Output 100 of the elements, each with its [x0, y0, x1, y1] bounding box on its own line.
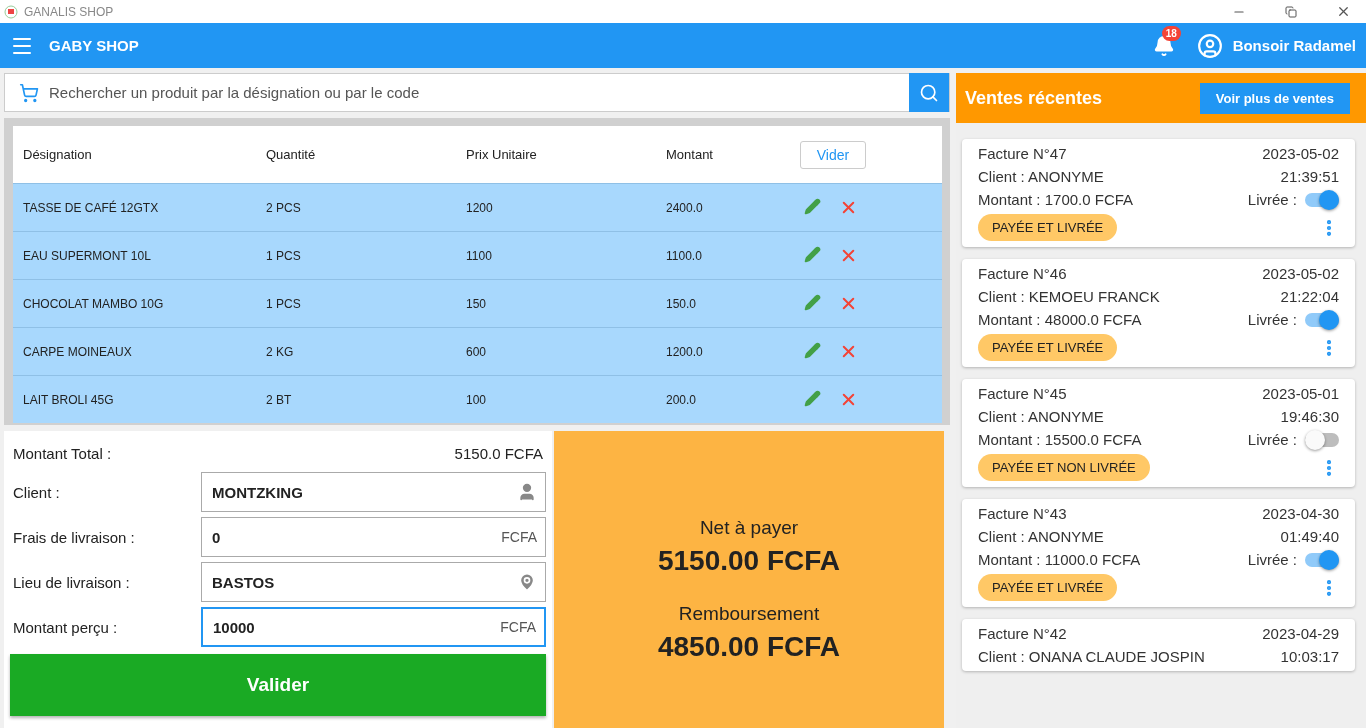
sale-amount: Montant : 48000.0 FCFA	[978, 311, 1142, 328]
table-cell-text: 150.0	[666, 296, 698, 311]
table-cell-text: 200.0	[666, 392, 698, 407]
total-value: 5150.0 FCFA	[454, 444, 543, 462]
client-name: Client : ANONYME	[978, 408, 1104, 425]
client-name: Client : ONANA CLAUDE JOSPIN	[978, 648, 1205, 665]
table-cell-text: 2400.0	[666, 200, 704, 215]
status-tag: PAYÉE ET NON LIVRÉE	[978, 454, 1150, 481]
table-cell-text: 2 KG	[266, 344, 295, 359]
field-label: Client :	[12, 483, 61, 501]
restore-icon[interactable]	[1285, 5, 1297, 18]
field-label: Frais de livraison :	[12, 528, 136, 546]
sale-card[interactable]: Facture N°42 2023-04-29 Client : ONANA CLAUDE JOSPIN 10:03:17	[962, 619, 1355, 671]
sale-time: 01:49:40	[1280, 528, 1339, 545]
table-cell-text: CARPE MOINEAUX	[23, 344, 133, 359]
sale-time: 21:22:04	[1280, 288, 1339, 305]
column-header: Quantité	[266, 147, 317, 162]
table-cell-text: TASSE DE CAFÉ 12GTX	[23, 200, 160, 215]
delivered-label: Livrée :	[1247, 551, 1297, 568]
input-field[interactable]: MONTZKING	[210, 482, 517, 502]
sale-time: 21:39:51	[1280, 168, 1339, 185]
table-cell-text: 1100	[466, 248, 493, 263]
column-header: Désignation	[23, 147, 93, 162]
sales-title: Ventes récentes	[965, 87, 1103, 109]
refund-value: 4850.00 FCFA	[657, 630, 841, 663]
status-tag: PAYÉE ET LIVRÉE	[978, 334, 1118, 361]
status-tag: PAYÉE ET LIVRÉE	[978, 214, 1118, 241]
table-cell-text: CHOCOLAT MAMBO 10G	[23, 296, 165, 311]
refund-label: Remboursement	[678, 602, 820, 625]
edit-icon[interactable]	[804, 294, 821, 311]
table-cell-text: 1200	[466, 200, 494, 215]
invoice-number: Facture N°46	[978, 265, 1067, 282]
table-cell-text: 2 PCS	[266, 200, 302, 215]
delivered-toggle[interactable]	[1305, 432, 1339, 447]
edit-icon[interactable]	[804, 246, 821, 263]
sale-amount: Montant : 11000.0 FCFA	[978, 551, 1141, 568]
delivered-label: Livrée :	[1247, 431, 1297, 448]
table-cell-text: LAIT BROLI 45G	[23, 392, 115, 407]
unit-label: FCFA	[501, 529, 537, 545]
input-field[interactable]: 10000	[211, 617, 501, 637]
column-header: Montant	[666, 147, 714, 162]
edit-icon[interactable]	[804, 342, 821, 359]
delivered-toggle[interactable]	[1305, 312, 1339, 327]
sale-card[interactable]: Facture N°46 2023-05-02 Client : KEMOEU FRANCK 21:22:04 Montant : 48000.0 FCFA Livrée : PAYÉE ET LIVRÉE	[962, 259, 1355, 367]
sale-card[interactable]: Facture N°43 2023-04-30 Client : ANONYME 01:49:40 Montant : 11000.0 FCFA Livrée : PAYÉE ET LIVRÉE	[962, 499, 1355, 607]
field-label: Lieu de livraison :	[12, 573, 131, 591]
table-cell-text: EAU SUPERMONT 10L	[23, 248, 152, 263]
table-cell-text: 1 PCS	[266, 296, 302, 311]
delivered-toggle[interactable]	[1305, 192, 1339, 207]
avatar-icon[interactable]	[1196, 32, 1223, 59]
field-frame[interactable]: BASTOS	[201, 562, 546, 602]
table-cell-text: 600	[466, 344, 488, 359]
table-cell-text: 150	[466, 296, 488, 311]
delivered-label: Livrée :	[1247, 311, 1297, 328]
search-button[interactable]	[909, 73, 949, 112]
field-label: Montant perçu :	[12, 618, 119, 636]
sale-time: 10:03:17	[1280, 648, 1339, 665]
input-field[interactable]: BASTOS	[210, 572, 517, 592]
edit-icon[interactable]	[804, 390, 821, 407]
sale-date: 2023-05-02	[1262, 145, 1339, 162]
sale-time: 19:46:30	[1280, 408, 1339, 425]
invoice-number: Facture N°43	[978, 505, 1067, 522]
sale-date: 2023-04-30	[1262, 505, 1339, 522]
app-title: GABY SHOP	[49, 37, 140, 54]
net-value: 5150.00 FCFA	[657, 544, 841, 577]
client-name: Client : ANONYME	[978, 168, 1104, 185]
sale-card[interactable]: Facture N°47 2023-05-02 Client : ANONYME 21:39:51 Montant : 1700.0 FCFA Livrée : PAYÉE ET LIVRÉE	[962, 139, 1355, 247]
table-cell-text: 100	[466, 392, 488, 407]
search-bar[interactable]: Rechercher un produit par la désignation ou par le code	[4, 73, 950, 112]
field-frame[interactable]: 10000 FCFA	[201, 607, 546, 647]
table-cell-text: 2 BT	[266, 392, 293, 407]
invoice-number: Facture N°42	[978, 625, 1067, 642]
net-label: Net à payer	[699, 516, 799, 539]
sale-card[interactable]: Facture N°45 2023-05-01 Client : ANONYME 19:46:30 Montant : 15500.0 FCFA Livrée : PAYÉE ET NON LIVRÉE	[962, 379, 1355, 487]
sale-amount: Montant : 1700.0 FCFA	[978, 191, 1134, 208]
field-frame[interactable]: MONTZKING	[201, 472, 546, 512]
input-field[interactable]: 0	[210, 527, 502, 547]
column-header: Prix Unitaire	[466, 147, 538, 162]
table-cell-text: 1200.0	[666, 344, 704, 359]
sale-date: 2023-05-02	[1262, 265, 1339, 282]
search-icon[interactable]	[919, 82, 939, 103]
window-title: GANALIS SHOP	[24, 4, 115, 19]
notification-count: 18	[1161, 25, 1181, 41]
cart-icon	[19, 82, 39, 103]
edit-icon[interactable]	[804, 198, 821, 215]
sale-date: 2023-04-29	[1262, 625, 1339, 642]
table-cell-text: 1 PCS	[266, 248, 302, 263]
unit-label: FCFA	[500, 619, 536, 635]
sale-date: 2023-05-01	[1262, 385, 1339, 402]
invoice-number: Facture N°45	[978, 385, 1067, 402]
table-cell-text: 1100.0	[666, 248, 703, 263]
invoice-number: Facture N°47	[978, 145, 1067, 162]
field-frame[interactable]: 0 FCFA	[201, 517, 546, 557]
person-icon	[517, 482, 537, 502]
delivered-toggle[interactable]	[1305, 552, 1339, 567]
status-tag: PAYÉE ET LIVRÉE	[978, 574, 1118, 601]
total-label: Montant Total :	[13, 444, 112, 462]
greeting-text: Bonsoir Radamel	[1232, 37, 1356, 54]
client-name: Client : KEMOEU FRANCK	[978, 288, 1160, 305]
client-name: Client : ANONYME	[978, 528, 1104, 545]
